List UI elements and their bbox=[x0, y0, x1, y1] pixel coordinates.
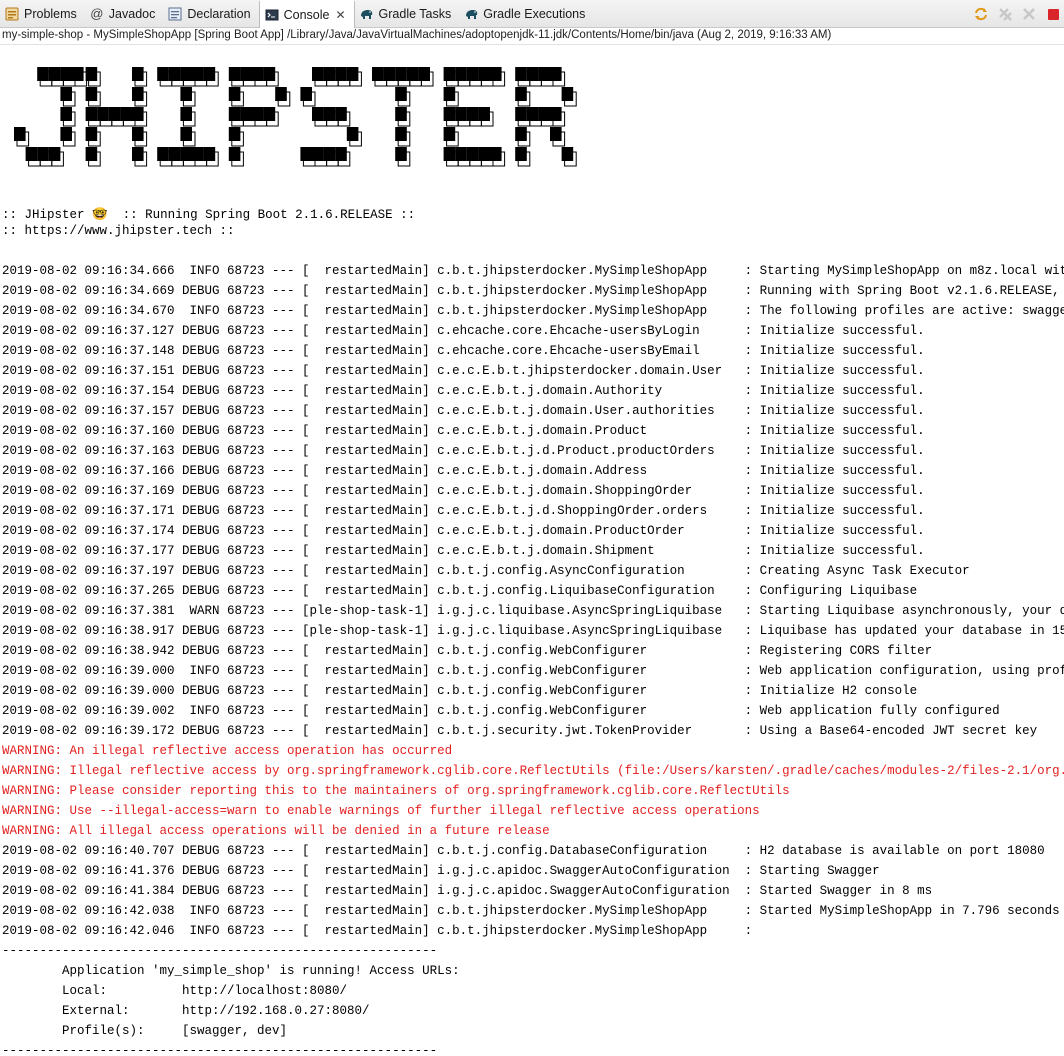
log-line: 2019-08-02 09:16:37.166 DEBUG 68723 --- … bbox=[2, 464, 925, 478]
console-output[interactable]: :: JHipster 🤓 :: Running Spring Boot 2.1… bbox=[0, 45, 1064, 1056]
log-line: 2019-08-02 09:16:34.669 DEBUG 68723 --- … bbox=[2, 284, 1064, 298]
tab-javadoc[interactable]: @ Javadoc bbox=[85, 0, 164, 27]
view-toolbar bbox=[972, 0, 1064, 27]
log-line: 2019-08-02 09:16:34.666 INFO 68723 --- [… bbox=[2, 264, 1064, 278]
log-line-warning: WARNING: All illegal access operations w… bbox=[2, 824, 550, 838]
tab-label: Gradle Executions bbox=[483, 6, 586, 21]
tab-declaration[interactable]: Declaration bbox=[163, 0, 258, 27]
tab-label: Javadoc bbox=[108, 6, 156, 21]
log-line: 2019-08-02 09:16:39.000 DEBUG 68723 --- … bbox=[2, 684, 918, 698]
tab-console[interactable]: Console ✕ bbox=[258, 0, 355, 28]
log-line: 2019-08-02 09:16:37.177 DEBUG 68723 --- … bbox=[2, 544, 925, 558]
terminate-icon[interactable] bbox=[1044, 5, 1062, 23]
log-line: 2019-08-02 09:16:39.172 DEBUG 68723 --- … bbox=[2, 724, 1038, 738]
log-line: 2019-08-02 09:16:37.160 DEBUG 68723 --- … bbox=[2, 424, 925, 438]
log-line-warning: WARNING: Please consider reporting this … bbox=[2, 784, 790, 798]
declaration-icon bbox=[167, 6, 183, 22]
log-line: Application 'my_simple_shop' is running!… bbox=[2, 964, 460, 978]
log-line: 2019-08-02 09:16:39.002 INFO 68723 --- [… bbox=[2, 704, 1000, 718]
log-line: ----------------------------------------… bbox=[2, 1044, 438, 1056]
tab-label: Console bbox=[283, 8, 330, 22]
remove-all-terminated-icon[interactable] bbox=[996, 5, 1014, 23]
log-line: 2019-08-02 09:16:37.171 DEBUG 68723 --- … bbox=[2, 504, 925, 518]
log-line: 2019-08-02 09:16:37.157 DEBUG 68723 --- … bbox=[2, 404, 925, 418]
tab-label: Gradle Tasks bbox=[378, 6, 452, 21]
log-line: 2019-08-02 09:16:41.376 DEBUG 68723 --- … bbox=[2, 864, 880, 878]
log-line-warning: WARNING: Use --illegal-access=warn to en… bbox=[2, 804, 760, 818]
log-line: 2019-08-02 09:16:37.381 WARN 68723 --- [… bbox=[2, 604, 1064, 618]
log-line: 2019-08-02 09:16:38.942 DEBUG 68723 --- … bbox=[2, 644, 933, 658]
log-line: 2019-08-02 09:16:37.154 DEBUG 68723 --- … bbox=[2, 384, 925, 398]
close-icon[interactable]: ✕ bbox=[335, 8, 345, 22]
tab-gradle-tasks[interactable]: Gradle Tasks bbox=[355, 0, 460, 27]
tab-label: Declaration bbox=[187, 6, 251, 21]
log-line: 2019-08-02 09:16:37.265 DEBUG 68723 --- … bbox=[2, 584, 918, 598]
log-line: 2019-08-02 09:16:37.151 DEBUG 68723 --- … bbox=[2, 364, 925, 378]
log-line: 2019-08-02 09:16:38.917 DEBUG 68723 --- … bbox=[2, 624, 1064, 638]
tab-problems[interactable]: Problems bbox=[0, 0, 85, 27]
sync-icon[interactable] bbox=[972, 5, 990, 23]
tab-gradle-executions[interactable]: Gradle Executions bbox=[459, 0, 593, 27]
at-sign-icon: @ bbox=[90, 6, 104, 21]
log-line: 2019-08-02 09:16:37.127 DEBUG 68723 --- … bbox=[2, 324, 925, 338]
log-line: 2019-08-02 09:16:34.670 INFO 68723 --- [… bbox=[2, 304, 1064, 318]
tab-label: Problems bbox=[24, 6, 77, 21]
log-line: External: http://192.168.0.27:8080/ bbox=[2, 1004, 370, 1018]
log-line: 2019-08-02 09:16:41.384 DEBUG 68723 --- … bbox=[2, 884, 933, 898]
log-line: 2019-08-02 09:16:37.148 DEBUG 68723 --- … bbox=[2, 344, 925, 358]
log-line: 2019-08-02 09:16:37.163 DEBUG 68723 --- … bbox=[2, 444, 925, 458]
problems-icon bbox=[4, 6, 20, 22]
log-line: 2019-08-02 09:16:42.038 INFO 68723 --- [… bbox=[2, 904, 1064, 918]
log-line: Local: http://localhost:8080/ bbox=[2, 984, 348, 998]
log-line-warning: WARNING: Illegal reflective access by or… bbox=[2, 764, 1064, 778]
log-line: Profile(s): [swagger, dev] bbox=[2, 1024, 288, 1038]
console-icon bbox=[264, 7, 280, 23]
log-line: 2019-08-02 09:16:37.197 DEBUG 68723 --- … bbox=[2, 564, 970, 578]
jhipster-ascii-logo bbox=[14, 63, 580, 175]
view-tab-bar: Problems @ Javadoc Declaration Console ✕… bbox=[0, 0, 1064, 28]
gradle-elephant-icon bbox=[463, 6, 479, 22]
log-line: ----------------------------------------… bbox=[2, 944, 438, 958]
log-line: 2019-08-02 09:16:42.046 INFO 68723 --- [… bbox=[2, 924, 753, 938]
log-line: 2019-08-02 09:16:37.174 DEBUG 68723 --- … bbox=[2, 524, 925, 538]
log-line-warning: WARNING: An illegal reflective access op… bbox=[2, 744, 453, 758]
gradle-elephant-icon bbox=[359, 6, 375, 22]
banner-line: :: https://www.jhipster.tech :: bbox=[2, 224, 235, 238]
console-launch-description: my-simple-shop - MySimpleShopApp [Spring… bbox=[0, 28, 1064, 45]
log-line: 2019-08-02 09:16:39.000 INFO 68723 --- [… bbox=[2, 664, 1064, 678]
log-line: 2019-08-02 09:16:40.707 DEBUG 68723 --- … bbox=[2, 844, 1045, 858]
remove-launch-icon[interactable] bbox=[1020, 5, 1038, 23]
log-line: 2019-08-02 09:16:37.169 DEBUG 68723 --- … bbox=[2, 484, 925, 498]
